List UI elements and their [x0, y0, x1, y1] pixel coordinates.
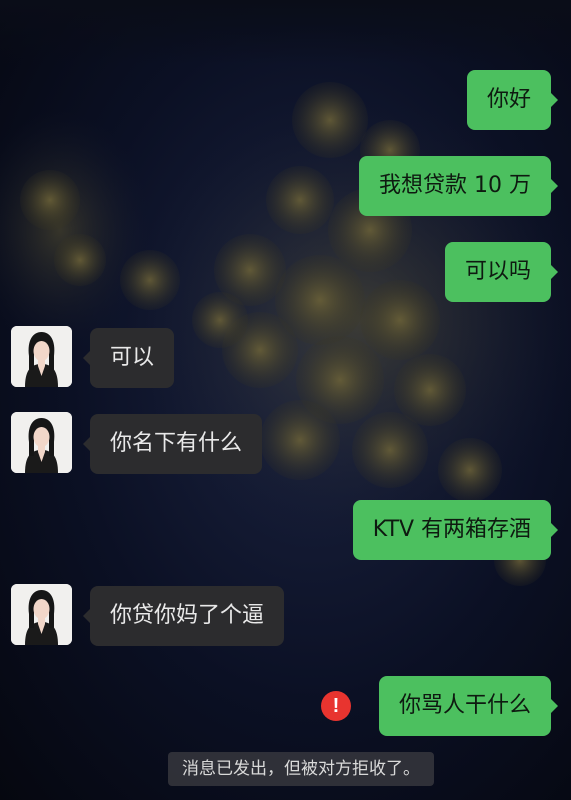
top-shadow	[0, 0, 571, 64]
system-notice: 消息已发出，但被对方拒收了。	[168, 752, 434, 786]
incoming-message-bubble[interactable]: 你贷你妈了个逼	[82, 586, 285, 646]
incoming-message-bubble[interactable]: 你名下有什么	[82, 414, 263, 474]
woman-portrait-avatar-icon	[11, 584, 72, 645]
woman-portrait-avatar-icon	[11, 326, 72, 387]
incoming-message-bubble[interactable]: 可以	[82, 328, 175, 388]
contact-avatar[interactable]	[11, 584, 72, 645]
outgoing-message-bubble[interactable]: 可以吗	[444, 242, 559, 302]
woman-portrait-avatar-icon	[11, 412, 72, 473]
outgoing-message-bubble[interactable]: 你骂人干什么	[378, 676, 559, 736]
outgoing-message-bubble[interactable]: 我想贷款 10 万	[359, 156, 558, 216]
outgoing-message-bubble[interactable]: KTV 有两箱存酒	[352, 500, 559, 560]
contact-avatar[interactable]	[11, 326, 72, 387]
exclamation-error-icon[interactable]: !	[321, 691, 351, 721]
contact-avatar[interactable]	[11, 412, 72, 473]
chat-screen: 你好 我想贷款 10 万 可以吗 可以 你名下有什么 KTV 有两箱存酒 你贷你…	[0, 0, 571, 800]
outgoing-message-bubble[interactable]: 你好	[466, 70, 559, 130]
